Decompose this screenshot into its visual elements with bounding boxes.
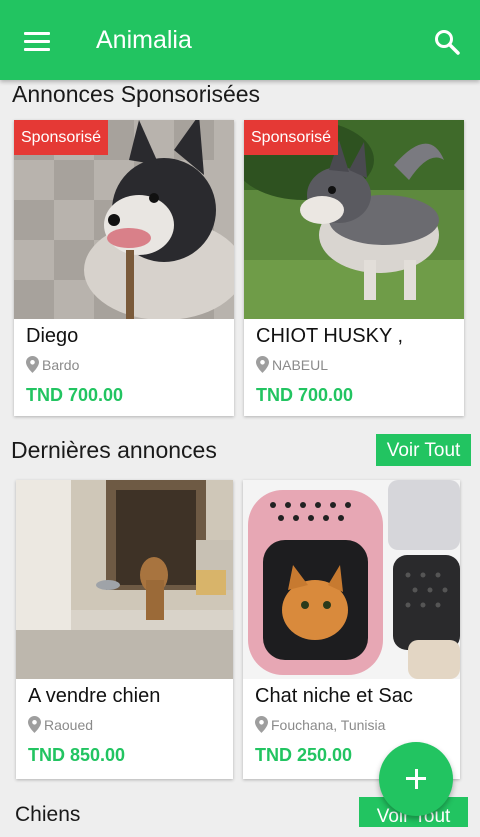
app-bar: Animalia	[0, 0, 480, 80]
listing-title: Diego	[26, 325, 79, 347]
location-pin-icon	[255, 716, 268, 733]
sponsored-card-diego[interactable]: Sponsorisé Diego Bardo TND 700.00	[14, 120, 234, 416]
location-pin-icon	[256, 356, 269, 373]
listing-location: Bardo	[26, 356, 79, 373]
location-pin-icon	[26, 356, 39, 373]
listing-price: TND 850.00	[28, 745, 126, 765]
listing-location-text: Fouchana, Tunisia	[271, 717, 386, 733]
listing-price: TND 700.00	[256, 385, 354, 405]
listing-location: Fouchana, Tunisia	[255, 716, 385, 733]
dogs-section-title: Chiens	[15, 803, 81, 826]
listing-price: TND 700.00	[26, 385, 124, 405]
latest-section-title: Dernières annonces	[11, 437, 217, 463]
listing-location-text: Bardo	[42, 357, 80, 373]
latest-card-chat-niche-et-sac[interactable]: Chat niche et Sac Fouchana, Tunisia TND …	[243, 480, 460, 779]
sponsored-section-title: Annonces Sponsorisées	[12, 81, 261, 107]
listing-photo: Sponsorisé	[244, 120, 464, 319]
sponsored-badge: Sponsorisé	[14, 120, 109, 155]
menu-icon[interactable]	[24, 32, 50, 52]
listing-title: CHIOT HUSKY ,	[256, 325, 404, 347]
latest-card-a-vendre-chien[interactable]: A vendre chien Raoued TND 850.00	[16, 480, 233, 779]
sponsored-card-chiot-husky[interactable]: Sponsorisé CHIOT HUSKY , NABEUL TND 700.…	[244, 120, 464, 416]
listing-location: NABEUL	[256, 356, 328, 373]
listing-price: TND 250.00	[255, 745, 353, 765]
listing-photo	[16, 480, 233, 679]
listing-title: Chat niche et Sac	[255, 685, 413, 707]
location-pin-icon	[28, 716, 41, 733]
listing-location-text: NABEUL	[272, 357, 329, 373]
add-listing-button[interactable]	[379, 742, 453, 816]
app-title: Animalia	[96, 26, 192, 54]
search-icon[interactable]	[433, 28, 461, 56]
listing-location-text: Raoued	[44, 717, 94, 733]
listing-photo: Sponsorisé	[14, 120, 234, 319]
listing-title: A vendre chien	[28, 685, 161, 707]
listing-photo	[243, 480, 460, 679]
listing-location: Raoued	[28, 716, 93, 733]
sponsored-badge: Sponsorisé	[244, 120, 339, 155]
latest-see-all-button[interactable]: Voir Tout	[376, 434, 471, 466]
